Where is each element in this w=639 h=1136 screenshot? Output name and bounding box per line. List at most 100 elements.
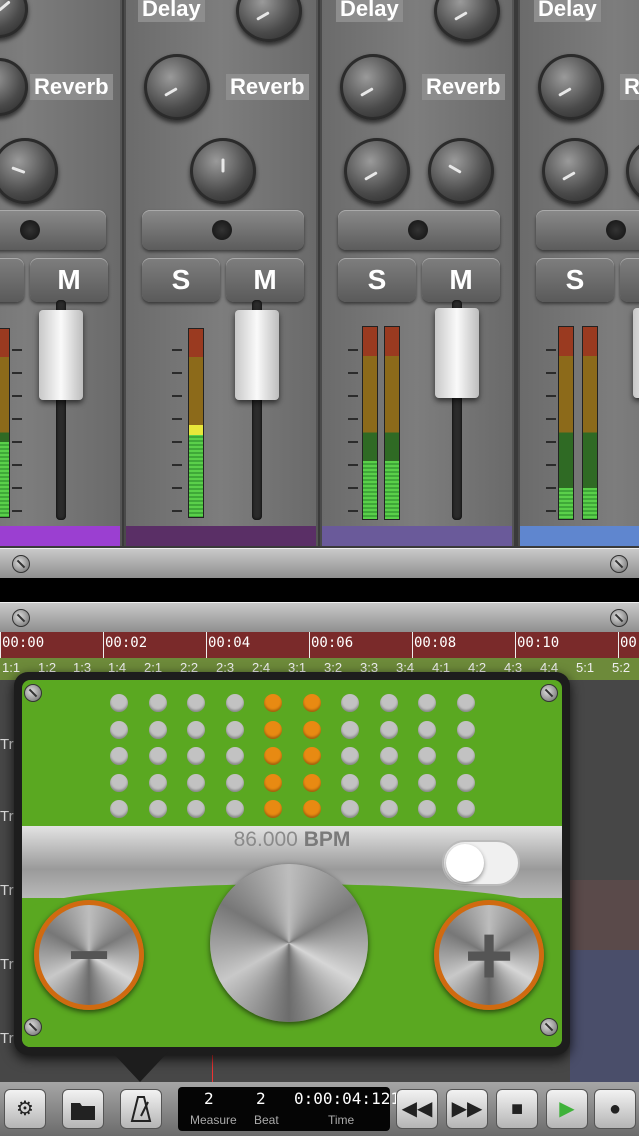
metronome-button[interactable]	[120, 1089, 162, 1129]
delay-label: Delay	[534, 0, 601, 22]
metronome-icon	[130, 1096, 152, 1122]
reverb-send-knob[interactable]	[538, 54, 604, 120]
solo-button[interactable]	[0, 258, 24, 302]
beat-dot	[418, 800, 436, 818]
time-ruler[interactable]: 00:00 00:02 00:04 00:06 00:08 00:10 00:	[0, 632, 639, 658]
track-label: Tr	[0, 736, 14, 753]
mute-button[interactable]	[620, 258, 639, 302]
mute-button[interactable]: M	[226, 258, 304, 302]
metronome-face: 86.000 BPM − +	[22, 680, 562, 1047]
bpm-dial[interactable]	[210, 864, 368, 1022]
screw-icon	[610, 609, 628, 627]
mixer-divider-bar[interactable]	[0, 548, 639, 578]
beat-dot	[148, 773, 167, 792]
record-button[interactable]: ●	[594, 1089, 636, 1129]
fast-forward-icon: ▶▶	[451, 1098, 483, 1120]
volume-fader[interactable]	[39, 310, 83, 400]
volume-knob[interactable]	[190, 138, 256, 204]
app-root: Reverb M Delay Reverb S M Delay Reverb S…	[0, 0, 639, 1136]
screw-icon	[610, 555, 628, 573]
beat-dot	[456, 720, 475, 739]
beat-dot	[110, 800, 128, 818]
solo-button[interactable]: S	[338, 258, 416, 302]
delay-send-knob[interactable]	[0, 0, 28, 38]
beat-dot	[148, 694, 167, 712]
beat-dot	[264, 773, 282, 792]
measure-value: 2	[204, 1089, 214, 1108]
beat-dot	[456, 773, 475, 792]
pan-slider[interactable]	[536, 210, 639, 250]
beat-dot	[225, 694, 244, 712]
volume-fader[interactable]	[435, 308, 479, 398]
delay-send-knob[interactable]	[236, 0, 302, 42]
rewind-icon: ◀◀	[401, 1098, 433, 1120]
beat-dot	[341, 773, 359, 792]
beat-dot	[302, 773, 321, 792]
increase-bpm-button[interactable]: +	[434, 900, 544, 1010]
time-tick-label: 00:	[620, 635, 639, 651]
mixer-panel: Reverb M Delay Reverb S M Delay Reverb S…	[0, 0, 639, 548]
beat-dot	[341, 694, 359, 712]
channel-strip-2: Delay Reverb S M	[124, 0, 318, 546]
stop-button[interactable]: ■	[496, 1089, 538, 1129]
meter-ticks	[546, 328, 556, 518]
beat-dot	[110, 720, 128, 739]
volume-fader[interactable]	[633, 308, 639, 398]
meter-ticks	[348, 328, 358, 518]
open-file-button[interactable]	[62, 1089, 104, 1129]
settings-button[interactable]: ⚙	[4, 1089, 46, 1129]
volume-fader[interactable]	[235, 310, 279, 400]
beat-dot	[456, 747, 475, 765]
beat-dot	[264, 720, 282, 739]
reverb-label: Reverb	[226, 74, 309, 100]
metronome-popup: 86.000 BPM − +	[14, 672, 570, 1055]
channel-color-bar	[0, 526, 120, 546]
channel-strip-4: Delay R S	[518, 0, 639, 546]
screw-icon	[24, 684, 42, 702]
track-region[interactable]	[570, 880, 639, 950]
send-a-knob[interactable]	[542, 138, 608, 204]
beat-dot	[110, 773, 128, 792]
fast-forward-button[interactable]: ▶▶	[446, 1089, 488, 1129]
mute-button[interactable]: M	[422, 258, 500, 302]
beat-dot	[418, 720, 436, 739]
folder-icon	[71, 1103, 95, 1120]
timeline-divider-bar[interactable]	[0, 602, 639, 632]
decrease-bpm-button[interactable]: −	[34, 900, 144, 1010]
time-tick-label: 00:00	[2, 635, 45, 651]
track-label: Tr	[0, 956, 14, 973]
send-a-knob[interactable]	[344, 138, 410, 204]
solo-button[interactable]: S	[142, 258, 220, 302]
beat-dot	[225, 747, 244, 765]
popup-pointer	[112, 1052, 168, 1082]
level-meter-right	[384, 326, 400, 520]
play-button[interactable]: ▶	[546, 1089, 588, 1129]
track-region[interactable]	[570, 950, 639, 1082]
solo-button[interactable]: S	[536, 258, 614, 302]
metronome-toggle[interactable]	[442, 840, 520, 886]
beat-dot	[456, 800, 475, 818]
pan-slider[interactable]	[142, 210, 304, 250]
reverb-send-knob[interactable]	[144, 54, 210, 120]
toggle-thumb	[446, 844, 484, 882]
beat-dot	[187, 773, 205, 792]
beat-dot	[225, 800, 244, 818]
beat-dot	[148, 720, 167, 739]
time-value: 0:00:04:121	[294, 1089, 400, 1108]
beat-dot	[187, 800, 205, 818]
beat-dot	[225, 773, 244, 792]
channel-strip-3: Delay Reverb S M	[320, 0, 514, 546]
reverb-send-knob[interactable]	[0, 58, 28, 116]
pan-slider[interactable]	[0, 210, 106, 250]
send-b-knob[interactable]	[626, 138, 639, 204]
volume-knob[interactable]	[0, 138, 58, 204]
mute-button[interactable]: M	[30, 258, 108, 302]
delay-send-knob[interactable]	[434, 0, 500, 42]
pan-slider[interactable]	[338, 210, 500, 250]
beat-dot	[302, 720, 321, 739]
send-b-knob[interactable]	[428, 138, 494, 204]
beat-tick-label: 5:1	[576, 660, 595, 675]
reverb-label: R	[620, 74, 639, 100]
reverb-send-knob[interactable]	[340, 54, 406, 120]
rewind-button[interactable]: ◀◀	[396, 1089, 438, 1129]
